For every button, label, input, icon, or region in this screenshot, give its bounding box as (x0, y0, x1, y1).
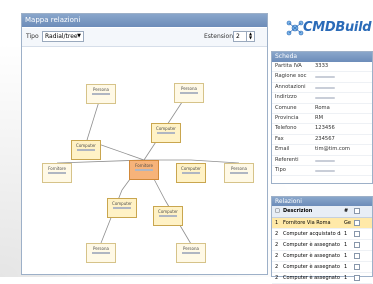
map-title: Mappa relazioni (22, 14, 267, 27)
relation-row[interactable]: 2 Computer è assegnato 1 (272, 262, 372, 273)
logo-text: CMDBuild (303, 20, 372, 35)
relation-count: 1 (344, 231, 348, 237)
relation-description: Computer acquistato da (283, 231, 341, 237)
field-value: 234567 (315, 135, 335, 142)
relation-checkbox[interactable] (354, 231, 360, 237)
relation-checkbox[interactable] (354, 275, 360, 281)
relation-count: 1 (344, 242, 348, 248)
field-label: Tipo (275, 166, 286, 173)
card-field-row: Referenti (272, 156, 372, 166)
node-computer-right[interactable]: Computer (176, 163, 206, 183)
type-select-value: Radial/tree (45, 33, 78, 40)
extension-label: Estensione (204, 33, 237, 40)
node-person-bottom-right[interactable]: Persona (176, 243, 206, 263)
card-field-row: Fax 234567 (272, 135, 372, 146)
relation-row[interactable]: 1 Fornitore Via Roma Ge (272, 218, 372, 229)
relation-map-panel: Mappa relazioni Tipo Radial/tree ▼ Esten… (21, 13, 268, 275)
card-field-row: Partita IVA 3333 (272, 62, 372, 73)
node-center-supplier[interactable]: Fornitore (129, 160, 159, 180)
card-field-row: Comune Roma (272, 104, 372, 114)
node-person-top-left[interactable]: Persona (86, 84, 116, 104)
relations-panel: Relazioni □ Descrizion # 1 Fornitore Via … (271, 196, 373, 284)
relation-count: 1 (344, 253, 348, 259)
relation-level: 2 (275, 253, 279, 259)
field-value: 3333 (315, 63, 329, 69)
header-expand-icon[interactable]: □ (275, 206, 280, 217)
field-value (315, 97, 335, 100)
card-field-row: Telefono 123456 (272, 124, 372, 135)
relation-description: Computer è assegnato (283, 264, 340, 270)
relation-level: 1 (275, 220, 279, 226)
type-select[interactable]: Radial/tree ▼ (42, 31, 84, 42)
relation-count: Ge (344, 220, 351, 226)
node-person-bottom-left[interactable]: Persona (86, 243, 116, 263)
relation-description: Fornitore Via Roma (283, 220, 331, 226)
node-computer-top[interactable]: Computer (151, 123, 181, 143)
card-field-row: Annotazioni (272, 83, 372, 94)
card-field-row: Tipo (272, 166, 372, 177)
type-label: Tipo (26, 33, 39, 40)
field-label: Telefono (275, 125, 297, 132)
map-canvas[interactable]: Persona Persona Computer Computer Fornit… (24, 47, 265, 273)
field-value: tim@tim.com (315, 146, 350, 153)
relations-rows: 1 Fornitore Via Roma Ge 2 Computer acquistat… (272, 218, 372, 284)
relation-level: 2 (275, 231, 279, 237)
field-label: Indirizzo (275, 94, 297, 101)
field-value: 123456 (315, 125, 335, 132)
card-field-row: Provincia RM (272, 114, 372, 125)
chevron-down-icon: ▼ (77, 33, 81, 39)
relations-title: Relazioni (272, 197, 372, 206)
field-label: Ragione soc (275, 73, 307, 80)
field-label: Fax (275, 135, 284, 142)
stepper-arrows-icon[interactable]: ▲ ▼ (246, 32, 254, 41)
relation-checkbox[interactable] (354, 242, 360, 248)
relation-row[interactable]: 2 Computer è assegnato 1 (272, 251, 372, 262)
field-label: Partita IVA (275, 63, 302, 69)
relation-level: 2 (275, 242, 279, 248)
card-field-row: Ragione soc (272, 72, 372, 83)
header-number[interactable]: # (344, 206, 348, 217)
header-description[interactable]: Descrizion (283, 206, 341, 217)
field-value: Roma (315, 104, 330, 111)
relation-description: Computer è assegnato (283, 242, 340, 248)
card-field-row: Email tim@tim.com (272, 145, 372, 156)
field-value (315, 86, 335, 89)
field-label: Annotazioni (275, 83, 306, 90)
map-toolbar: Tipo Radial/tree ▼ Estensione 2 ▲ ▼ (22, 28, 267, 47)
relation-checkbox[interactable] (354, 264, 360, 270)
relation-description: Computer è assegnato (283, 275, 340, 281)
extension-value: 2 (236, 33, 240, 40)
relation-row[interactable]: 2 Computer è assegnato 1 (272, 273, 372, 284)
field-label: Provincia (275, 114, 299, 121)
field-value (315, 76, 335, 79)
relation-checkbox[interactable] (354, 253, 360, 259)
relation-checkbox[interactable] (354, 220, 360, 226)
node-computer-bottom-left[interactable]: Computer (107, 198, 137, 218)
relation-count: 1 (344, 275, 348, 281)
card-fields: Partita IVA 3333 Ragione soc Annotazioni Ind… (272, 62, 372, 177)
node-supplier-left[interactable]: Fornitore (42, 163, 72, 183)
field-value (315, 159, 335, 162)
node-computer-bottom[interactable]: Computer (153, 206, 183, 226)
extension-stepper[interactable]: 2 ▲ ▼ (233, 31, 255, 42)
field-label: Email (275, 146, 290, 153)
record-card-panel: Scheda Partita IVA 3333 Ragione soc Annotaz… (271, 51, 373, 184)
relation-row[interactable]: 2 Computer è assegnato 1 (272, 240, 372, 251)
field-label: Referenti (275, 156, 299, 163)
node-person-top-right[interactable]: Persona (174, 83, 204, 103)
relations-header-row: □ Descrizion # (272, 206, 372, 218)
card-title: Scheda (272, 52, 372, 62)
node-person-right[interactable]: Persona (224, 163, 254, 183)
card-field-row: Indirizzo (272, 93, 372, 104)
relation-level: 2 (275, 275, 279, 281)
relation-description: Computer è assegnato (283, 253, 340, 259)
node-computer-left[interactable]: Computer (71, 140, 101, 160)
relation-count: 1 (344, 264, 348, 270)
relation-level: 2 (275, 264, 279, 270)
header-checkbox[interactable] (354, 208, 360, 214)
field-value (315, 169, 335, 172)
field-value: RM (315, 114, 324, 121)
relation-row[interactable]: 2 Computer acquistato da 1 (272, 229, 372, 240)
field-label: Comune (275, 104, 297, 111)
